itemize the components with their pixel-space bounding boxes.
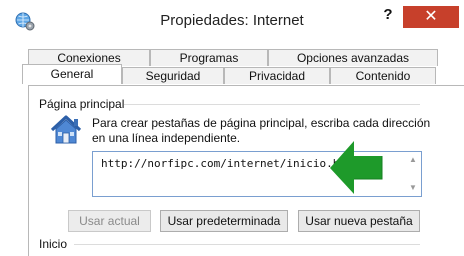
home-description-line1: Para crear pestañas de página principal,…	[92, 116, 431, 130]
tab-general[interactable]: General	[22, 64, 122, 84]
close-button[interactable]: ✕	[403, 6, 459, 28]
startup-group-label: Inicio	[39, 237, 68, 251]
home-group-label: Página principal	[39, 97, 125, 111]
green-arrow-icon	[330, 141, 383, 194]
use-current-button[interactable]: Usar actual	[68, 210, 151, 232]
use-default-button[interactable]: Usar predeterminada	[160, 210, 288, 232]
internet-properties-window: Propiedades: Internet ? ✕ Conexiones Pro…	[0, 0, 464, 256]
tab-contenido[interactable]: Contenido	[330, 67, 436, 84]
tab-opciones-avanzadas[interactable]: Opciones avanzadas	[268, 49, 438, 66]
tab-strip: Conexiones Programas Opciones avanzadas …	[0, 46, 464, 86]
tab-programas[interactable]: Programas	[150, 49, 268, 66]
group-divider-startup	[74, 244, 420, 245]
scroll-up-icon[interactable]: ▲	[407, 154, 419, 166]
home-icon	[50, 115, 82, 144]
home-page-url-value: http://norfipc.com/internet/inicio.html	[101, 157, 360, 170]
title-bar: Propiedades: Internet ? ✕	[0, 0, 464, 40]
close-icon: ✕	[424, 8, 438, 25]
group-divider-home	[120, 104, 420, 105]
scroll-down-icon[interactable]: ▼	[407, 182, 419, 194]
help-button[interactable]: ?	[380, 6, 396, 26]
tab-privacidad[interactable]: Privacidad	[224, 67, 330, 84]
use-new-tab-button[interactable]: Usar nueva pestaña	[298, 210, 420, 232]
tab-seguridad[interactable]: Seguridad	[122, 67, 224, 84]
